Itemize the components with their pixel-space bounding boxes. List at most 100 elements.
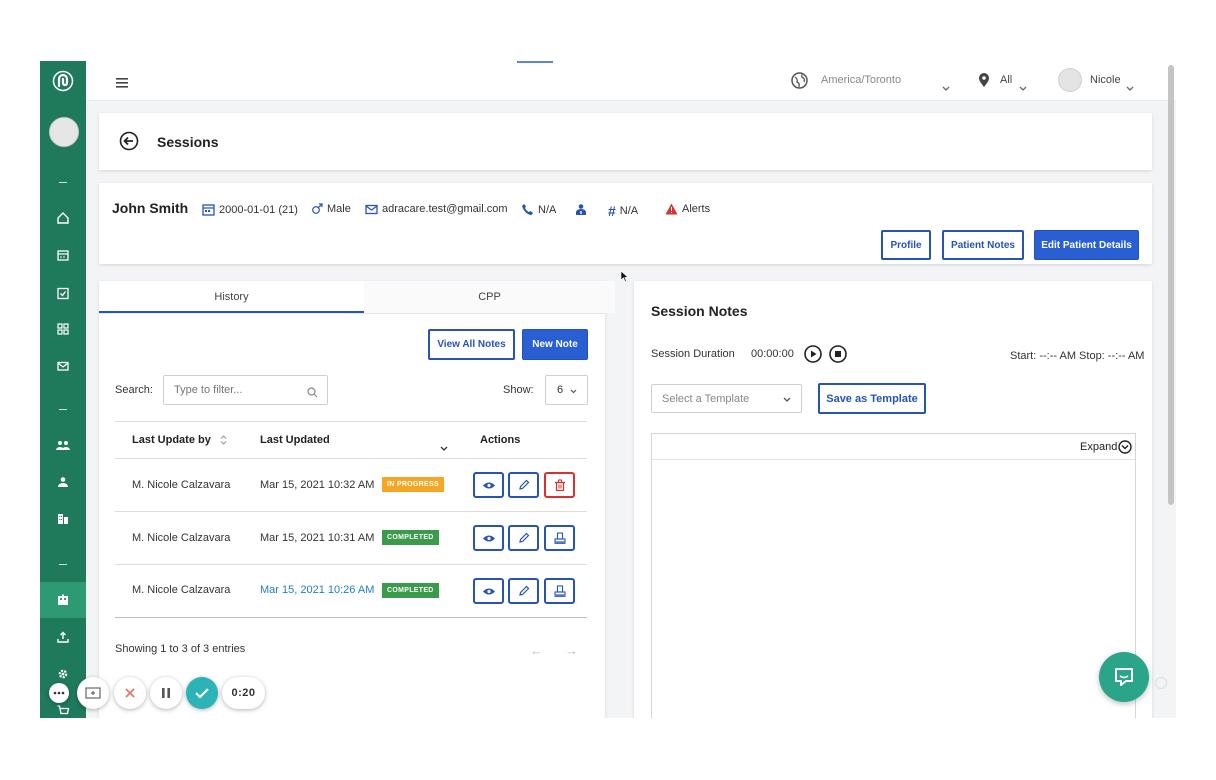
recorder-camera-button[interactable] <box>77 677 109 709</box>
history-panel: History CPP View All Notes New Note Sear… <box>99 281 615 718</box>
page-scrollbar[interactable] <box>1168 65 1174 505</box>
search-input[interactable] <box>163 375 328 405</box>
location-select[interactable]: All <box>1000 74 1012 86</box>
patient-alerts[interactable]: Alerts <box>665 203 710 215</box>
task-checklist-icon[interactable] <box>53 283 73 303</box>
expand-chevron-icon[interactable] <box>1118 440 1132 454</box>
previous-page-arrow-icon[interactable]: ← <box>530 643 543 658</box>
loading-indicator <box>517 61 553 63</box>
cart-icon[interactable] <box>53 701 73 718</box>
home-icon[interactable] <box>53 208 73 228</box>
provider-icon[interactable] <box>53 472 73 492</box>
back-arrow-icon[interactable] <box>119 131 139 156</box>
eye-icon <box>482 535 495 541</box>
chevron-down-icon[interactable] <box>1126 78 1134 96</box>
upload-icon[interactable] <box>53 627 73 647</box>
sidebar-divider <box>59 182 67 183</box>
doctor-badge-icon <box>575 203 587 216</box>
close-icon <box>125 688 135 698</box>
session-duration-value: 00:00:00 <box>751 348 794 360</box>
alert-warning-icon <box>665 203 678 215</box>
expand-label[interactable]: Expand <box>1080 441 1117 453</box>
play-icon[interactable] <box>804 345 822 368</box>
session-duration-label: Session Duration <box>651 348 735 360</box>
show-entries-value: 6 <box>557 384 564 396</box>
pencil-icon <box>518 479 529 490</box>
dashboard-grid-icon[interactable] <box>53 319 73 339</box>
table-entries-info: Showing 1 to 3 of 3 entries <box>115 643 246 655</box>
profile-button[interactable]: Profile <box>881 230 931 260</box>
column-header-actions: Actions <box>480 434 521 446</box>
sidebar-avatar[interactable] <box>49 117 79 147</box>
chevron-down-icon[interactable] <box>942 78 950 96</box>
delete-note-button[interactable] <box>544 472 575 498</box>
stop-icon[interactable] <box>829 345 847 368</box>
pencil-icon <box>518 532 529 543</box>
save-as-template-button[interactable]: Save as Template <box>818 383 926 414</box>
app-logo-icon[interactable] <box>40 61 86 101</box>
chevron-down-icon[interactable] <box>1019 78 1027 96</box>
recorder-more-button[interactable] <box>49 683 69 703</box>
chat-support-button[interactable] <box>1099 652 1149 702</box>
settings-gear-icon[interactable] <box>53 664 73 684</box>
row-updated-date: Mar 15, 2021 10:31 AM <box>260 532 375 544</box>
view-all-notes-button[interactable]: View All Notes <box>428 329 515 360</box>
patient-gender: Male <box>311 203 351 215</box>
patient-gender-text: Male <box>327 203 351 215</box>
recorder-cancel-button[interactable] <box>114 677 146 709</box>
records-icon[interactable] <box>53 590 73 610</box>
search-label: Search: <box>115 384 153 396</box>
column-header-last-updated[interactable]: Last Updated <box>260 434 330 446</box>
sidebar-divider <box>59 564 67 565</box>
print-note-button[interactable] <box>544 578 575 604</box>
patient-number: # N/A <box>608 203 638 219</box>
clinic-building-icon[interactable] <box>53 509 73 529</box>
globe-icon <box>791 72 808 94</box>
table-divider <box>115 617 587 618</box>
notes-editor[interactable]: Expand <box>651 433 1136 718</box>
user-menu-name[interactable]: Nicole <box>1090 74 1121 86</box>
recorder-finish-button[interactable] <box>186 677 218 709</box>
patient-notes-button[interactable]: Patient Notes <box>942 230 1024 260</box>
edit-patient-details-button[interactable]: Edit Patient Details <box>1034 230 1139 260</box>
patient-dob-text: 2000-01-01 (21) <box>219 203 298 216</box>
view-note-button[interactable] <box>473 578 504 604</box>
chevron-down-icon <box>570 389 577 394</box>
view-note-button[interactable] <box>473 472 504 498</box>
column-header-last-update-by[interactable]: Last Update by <box>132 434 211 446</box>
calendar-icon[interactable] <box>53 245 73 265</box>
recorder-pause-button[interactable] <box>150 677 182 709</box>
patient-phone: N/A <box>521 203 556 216</box>
patients-group-icon[interactable] <box>53 435 73 455</box>
user-avatar[interactable] <box>1058 68 1082 92</box>
edit-note-button[interactable] <box>508 525 539 551</box>
table-divider <box>115 421 587 422</box>
patient-name: John Smith <box>112 200 189 216</box>
template-select[interactable]: Select a Template <box>651 384 802 413</box>
sort-icon[interactable] <box>220 433 227 451</box>
mail-icon <box>365 204 378 214</box>
timezone-select[interactable]: America/Toronto <box>821 74 901 86</box>
edit-note-button[interactable] <box>508 578 539 604</box>
mail-icon[interactable] <box>53 356 73 376</box>
show-label: Show: <box>503 384 534 396</box>
row-updated-by: M. Nicole Calzavara <box>132 532 231 544</box>
new-note-button[interactable]: New Note <box>522 329 588 360</box>
printer-icon <box>553 585 566 597</box>
tab-divider <box>99 313 605 314</box>
next-page-arrow-icon[interactable]: → <box>565 643 578 658</box>
tab-cpp[interactable]: CPP <box>364 281 615 313</box>
location-pin-icon <box>978 72 990 93</box>
edit-note-button[interactable] <box>508 472 539 498</box>
row-updated-by: M. Nicole Calzavara <box>132 479 231 491</box>
sort-desc-icon[interactable] <box>440 438 448 456</box>
row-updated-date-link[interactable]: Mar 15, 2021 10:26 AM <box>260 584 374 596</box>
print-note-button[interactable] <box>544 525 575 551</box>
view-note-button[interactable] <box>473 525 504 551</box>
patient-number-text: N/A <box>619 205 639 217</box>
eye-icon <box>482 482 495 488</box>
faint-logo-icon <box>1154 676 1168 695</box>
tab-history[interactable]: History <box>99 281 364 313</box>
menu-hamburger-icon[interactable] <box>116 75 128 93</box>
show-entries-select[interactable]: 6 <box>545 375 588 405</box>
